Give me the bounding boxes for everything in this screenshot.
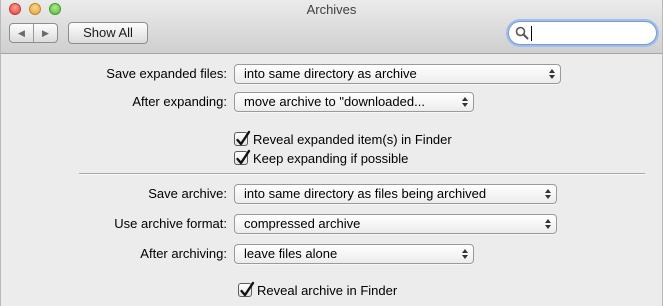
search-field[interactable] xyxy=(508,21,657,45)
section-divider xyxy=(79,173,645,175)
chevron-right-icon: ▶ xyxy=(42,27,49,38)
chevron-left-icon: ◀ xyxy=(18,27,25,38)
save-expanded-files-label: Save expanded files: xyxy=(106,66,227,81)
save-expanded-files-popup[interactable]: into same directory as archive xyxy=(234,64,561,84)
after-expanding-label: After expanding: xyxy=(132,94,227,109)
popup-value: leave files alone xyxy=(244,246,338,261)
save-archive-label: Save archive: xyxy=(148,186,227,201)
popup-value: move archive to "downloaded... xyxy=(244,94,425,109)
checkmark-icon xyxy=(236,130,251,146)
reveal-expanded-label: Reveal expanded item(s) in Finder xyxy=(253,132,452,147)
updown-arrows-icon xyxy=(462,97,468,107)
keep-expanding-label: Keep expanding if possible xyxy=(253,151,409,166)
after-archiving-popup[interactable]: leave files alone xyxy=(234,244,474,264)
keep-expanding-checkbox[interactable] xyxy=(234,149,251,165)
back-forward-control: ◀ ▶ xyxy=(9,23,58,43)
text-cursor xyxy=(531,26,532,41)
after-expanding-popup[interactable]: move archive to "downloaded... xyxy=(234,92,474,112)
archive-format-popup[interactable]: compressed archive xyxy=(234,214,557,234)
search-icon xyxy=(515,26,529,40)
toolbar: Archives ◀ ▶ Show All xyxy=(1,0,662,54)
window-title: Archives xyxy=(306,2,357,17)
show-all-button[interactable]: Show All xyxy=(68,22,148,44)
save-archive-popup[interactable]: into same directory as files being archi… xyxy=(234,184,557,204)
popup-value: compressed archive xyxy=(244,216,361,231)
updown-arrows-icon xyxy=(545,189,551,199)
archives-window: Archives ◀ ▶ Show All Save expanded file… xyxy=(0,0,663,306)
checkmark-icon xyxy=(236,149,251,165)
popup-value: into same directory as archive xyxy=(244,66,417,81)
checkmark-icon xyxy=(240,281,255,297)
updown-arrows-icon xyxy=(545,219,551,229)
updown-arrows-icon xyxy=(462,249,468,259)
popup-value: into same directory as files being archi… xyxy=(244,186,487,201)
back-button[interactable]: ◀ xyxy=(10,24,33,42)
updown-arrows-icon xyxy=(549,69,555,79)
reveal-expanded-checkbox[interactable] xyxy=(234,130,251,146)
forward-button[interactable]: ▶ xyxy=(33,24,57,42)
use-archive-format-label: Use archive format: xyxy=(114,216,227,231)
reveal-archive-label: Reveal archive in Finder xyxy=(257,283,398,298)
after-archiving-label: After archiving: xyxy=(140,246,227,261)
reveal-archive-checkbox[interactable] xyxy=(238,281,255,297)
